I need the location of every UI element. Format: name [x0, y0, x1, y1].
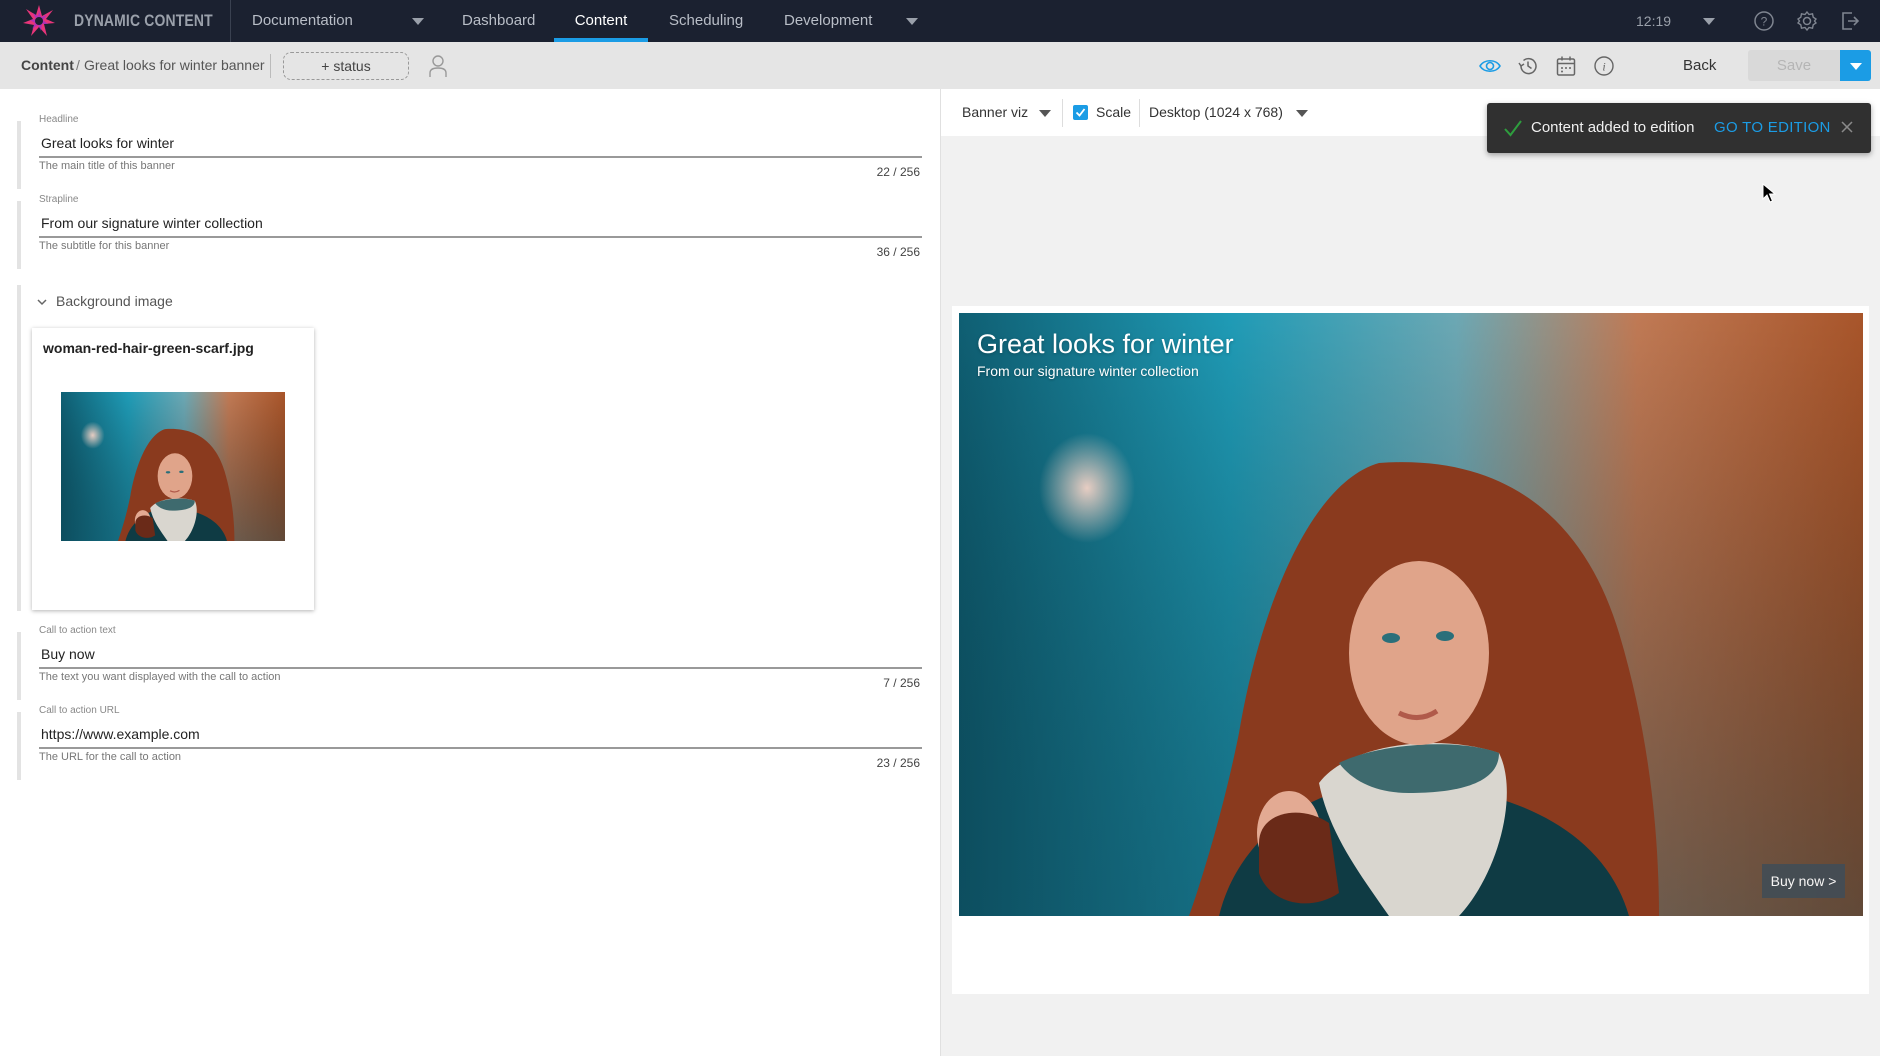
breadcrumb-root-link[interactable]: Content	[21, 57, 74, 73]
breadcrumb-separator: /	[76, 57, 80, 73]
scale-checkbox[interactable]	[1073, 105, 1088, 120]
input-underline	[39, 236, 922, 238]
input-underline	[39, 747, 922, 749]
cta-url-char-count: 23 / 256	[876, 756, 920, 770]
field-indicator	[17, 712, 21, 780]
cta-text-field: Call to action text Buy now The text you…	[17, 622, 922, 712]
background-image-card[interactable]: woman-red-hair-green-scarf.jpg	[32, 328, 314, 610]
gear-icon[interactable]	[1796, 10, 1818, 32]
strapline-field: Strapline From our signature winter coll…	[17, 191, 922, 281]
banner-preview: Great looks for winter From our signatur…	[959, 313, 1863, 916]
cta-text-char-count: 7 / 256	[883, 676, 920, 690]
headline-help-text: The main title of this banner	[39, 160, 175, 172]
dynamic-content-logo-icon[interactable]	[22, 4, 56, 38]
nav-tab-scheduling[interactable]: Scheduling	[669, 0, 743, 42]
strapline-label: Strapline	[39, 194, 79, 205]
history-icon[interactable]	[1517, 55, 1539, 77]
calendar-icon[interactable]	[1555, 55, 1577, 77]
image-file-name: woman-red-hair-green-scarf.jpg	[43, 340, 254, 356]
field-indicator	[17, 285, 21, 611]
nav-tab-development[interactable]: Development	[784, 0, 872, 42]
assign-user-icon[interactable]	[428, 54, 448, 78]
banner-headline: Great looks for winter	[977, 329, 1234, 359]
nav-tab-label: Scheduling	[669, 12, 744, 29]
clock: 12:19	[1636, 13, 1672, 29]
development-menu-chevron-down-icon[interactable]	[906, 18, 918, 25]
eye-icon[interactable]	[1479, 55, 1501, 77]
portrait-photo-image	[61, 392, 285, 541]
toast-message: Content added to edition	[1531, 119, 1695, 136]
device-select[interactable]: Desktop (1024 x 768)	[1149, 104, 1283, 120]
banner-background-image	[959, 313, 1863, 916]
strapline-char-count: 36 / 256	[876, 245, 920, 259]
breadcrumb-current: Great looks for winter banner	[84, 57, 265, 73]
cta-url-help-text: The URL for the call to action	[39, 751, 182, 763]
svg-text:?: ?	[1761, 15, 1768, 29]
chevron-down-icon	[1850, 63, 1862, 70]
visualization-select[interactable]: Banner viz	[962, 104, 1028, 120]
nav-tab-label: Content	[574, 12, 628, 29]
logout-icon[interactable]	[1839, 10, 1861, 32]
content-form-panel: Headline Great looks for winter The main…	[0, 89, 940, 1056]
background-image-section-title[interactable]: Background image	[56, 293, 173, 309]
go-to-edition-link[interactable]: GO TO EDITION	[1714, 119, 1831, 136]
headline-field: Headline Great looks for winter The main…	[17, 111, 922, 201]
headline-char-count: 22 / 256	[876, 165, 920, 179]
toolbar-divider	[1062, 99, 1063, 127]
content-toolbar: Content / Great looks for winter banner …	[0, 42, 1880, 89]
save-button[interactable]: Save	[1748, 50, 1840, 81]
cta-url-label: Call to action URL	[39, 705, 120, 716]
help-circle-icon[interactable]: ?	[1753, 10, 1775, 32]
back-button[interactable]: Back	[1683, 57, 1716, 74]
device-chevron-down-icon[interactable]	[1296, 110, 1308, 117]
collapse-chevron-icon[interactable]	[36, 297, 48, 307]
headline-label: Headline	[39, 114, 79, 125]
field-indicator	[17, 121, 21, 189]
hub-selector-chevron-down-icon[interactable]	[412, 18, 424, 25]
success-check-icon	[1504, 120, 1522, 137]
save-options-button[interactable]	[1840, 50, 1871, 81]
preview-panel: Banner viz Scale Desktop (1024 x 768) Gr…	[940, 89, 1880, 1056]
top-navigation-bar: DYNAMIC CONTENT Documentation Dashboard …	[0, 0, 1880, 42]
cta-text-label: Call to action text	[39, 625, 116, 636]
preview-frame: Great looks for winter From our signatur…	[952, 306, 1869, 994]
notification-toast: Content added to edition GO TO EDITION	[1487, 103, 1871, 153]
banner-cta-button[interactable]: Buy now >	[1762, 864, 1845, 898]
strapline-input[interactable]: From our signature winter collection	[41, 215, 263, 231]
close-icon[interactable]	[1839, 119, 1855, 135]
info-icon[interactable]: i	[1593, 55, 1615, 77]
field-indicator	[17, 201, 21, 269]
mouse-pointer-icon	[1762, 183, 1776, 203]
nav-tab-label: Development	[784, 12, 873, 29]
input-underline	[39, 156, 922, 158]
hub-selector-label: Documentation	[252, 12, 353, 29]
field-indicator	[17, 632, 21, 700]
headline-input[interactable]: Great looks for winter	[41, 135, 174, 151]
hub-selector[interactable]: Documentation	[252, 0, 353, 42]
nav-tab-dashboard[interactable]: Dashboard	[462, 0, 535, 42]
nav-tab-content[interactable]: Content	[554, 0, 648, 42]
nav-tab-label: Dashboard	[462, 12, 536, 29]
banner-strapline: From our signature winter collection	[977, 363, 1199, 379]
nav-divider	[230, 0, 231, 42]
checkmark-icon	[1075, 108, 1086, 117]
svg-text:i: i	[1602, 60, 1605, 74]
clock-menu-chevron-down-icon[interactable]	[1703, 18, 1715, 25]
cta-text-help-text: The text you want displayed with the cal…	[39, 671, 281, 683]
add-status-button[interactable]: + status	[283, 52, 409, 80]
cta-url-field: Call to action URL https://www.example.c…	[17, 702, 922, 792]
input-underline	[39, 667, 922, 669]
cta-text-input[interactable]: Buy now	[41, 646, 95, 662]
strapline-help-text: The subtitle for this banner	[39, 240, 170, 252]
background-image-thumbnail	[61, 392, 285, 541]
brand-name: DYNAMIC CONTENT	[74, 11, 213, 30]
toolbar-divider	[270, 54, 271, 78]
toolbar-divider	[1139, 99, 1140, 127]
scale-label[interactable]: Scale	[1096, 104, 1131, 120]
cta-url-input[interactable]: https://www.example.com	[41, 726, 200, 742]
visualization-chevron-down-icon[interactable]	[1039, 110, 1051, 117]
